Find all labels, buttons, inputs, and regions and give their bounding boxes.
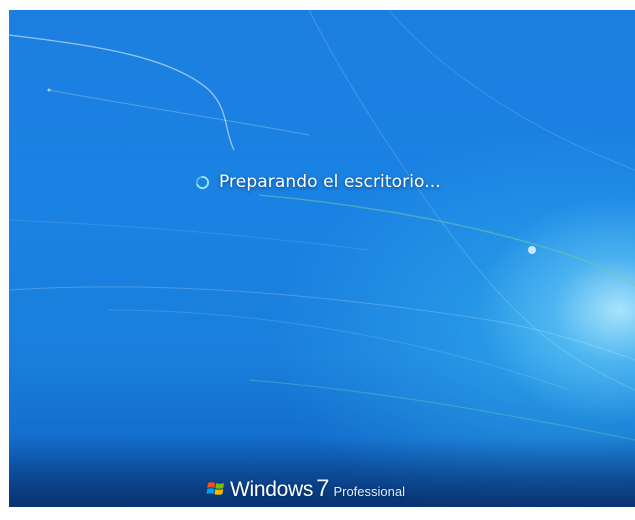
- windows-flag-icon: [206, 482, 224, 495]
- brand-edition: Professional: [333, 484, 405, 499]
- windows-branding: Windows 7 Professional: [206, 475, 405, 503]
- loading-spinner-icon: [195, 175, 210, 189]
- status-text: Preparando el escritorio...: [219, 172, 441, 192]
- status-message: Preparando el escritorio...: [195, 172, 441, 192]
- background-light-streaks: [9, 10, 635, 441]
- login-screen-background: Preparando el escritorio... Windows 7 Pr…: [9, 10, 635, 507]
- brand-version: 7: [316, 475, 330, 502]
- brand-name: Windows: [230, 478, 314, 501]
- screenshot-frame: Preparando el escritorio... Windows 7 Pr…: [0, 0, 635, 520]
